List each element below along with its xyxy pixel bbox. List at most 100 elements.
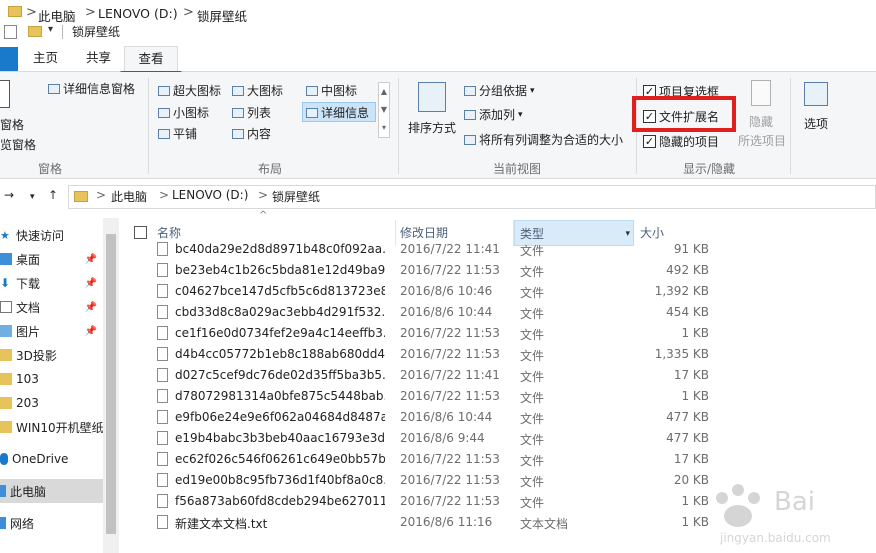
hide-selected-button[interactable]: 隐藏 所选项目 [738,80,786,152]
file-row[interactable]: ec62f026c546f06261c649e0bb57b... 2016/7/2… [119,449,876,470]
file-name: d027c5cef9dc76de02d35ff5ba3b5... [175,368,385,382]
nav-downloads[interactable]: ⬇ 下载 📌 [0,271,103,295]
nav-folder-3d[interactable]: 3D投影 [0,343,103,367]
file-type: 文件 [520,307,545,321]
hide-label: 隐藏 [748,115,773,129]
file-row[interactable]: d78072981314a0bfe875c5448bab... 2016/7/22… [119,386,876,407]
hidden-items-toggle[interactable]: ✓ 隐藏的项目 [643,133,719,150]
documents-icon [0,301,12,313]
network-icon [0,517,6,529]
layout-label: 大图标 [247,84,284,98]
tab-home[interactable]: 主页 [33,49,58,71]
file-type: 文件 [520,496,545,510]
properties-icon[interactable] [4,25,17,39]
layout-tiles[interactable]: 平铺 [158,125,197,142]
nav-scrollbar[interactable] [103,218,119,553]
layout-extra-large-icons[interactable]: 超大图标 [158,82,221,99]
nav-quick-access[interactable]: ★ 快速访问 [0,223,103,247]
recent-locations-icon[interactable]: ▾ [30,192,35,202]
nav-folder-203[interactable]: 203 [0,391,103,415]
nav-desktop[interactable]: 桌面 📌 [0,247,103,271]
file-row[interactable]: ce1f16e0d0734fef2e9a4c14eeffb3... 2016/7/… [119,323,876,344]
file-type: 文件 [520,370,545,384]
layout-list[interactable]: 列表 [232,104,271,121]
star-icon: ★ [0,229,10,242]
address-crumb-this-pc[interactable]: 此电脑 [111,188,147,205]
layout-medium-icons[interactable]: 中图标 [306,82,357,99]
nav-label: 快速访问 [16,228,65,243]
nav-label: WIN10开机壁纸 [16,420,103,435]
pin-icon[interactable]: 📌 [85,254,97,265]
tab-file[interactable] [0,47,18,71]
add-column-label: 添加列 [479,108,516,122]
fit-columns-button[interactable]: 将所有列调整为合适的大小 [464,131,623,148]
nav-this-pc[interactable]: 此电脑 [0,479,103,503]
file-type: 文件 [520,328,545,342]
pin-icon[interactable]: 📌 [85,278,97,289]
group-by-button[interactable]: 分组依据 ▾ [464,82,535,99]
select-all-checkbox[interactable] [134,226,147,239]
pin-icon[interactable]: 📌 [85,302,97,313]
pane-button[interactable]: 窗格 [0,116,24,133]
cloud-icon [0,453,8,465]
folder-icon [0,421,12,433]
layout-content[interactable]: 内容 [232,125,271,142]
customize-toolbar-icon[interactable]: ▾ [48,24,53,35]
file-date: 2016/8/6 11:16 [400,515,493,529]
nav-documents[interactable]: 文档 📌 [0,295,103,319]
address-crumb-drive[interactable]: LENOVO (D:) [172,188,248,202]
window-title: 锁屏壁纸 [72,25,121,39]
file-row[interactable]: d027c5cef9dc76de02d35ff5ba3b5... 2016/7/2… [119,365,876,386]
layout-scroll-buttons[interactable]: ▲ ▼ ▾ [378,82,390,138]
up-arrow-icon[interactable]: ↑ [48,188,58,202]
details-pane-button[interactable]: 详细信息窗格 [48,80,135,97]
file-date: 2016/7/22 11:41 [400,242,500,256]
forward-arrow-icon[interactable]: → [4,188,14,202]
options-button[interactable]: 选项 [796,82,836,142]
content-icon [232,128,244,139]
file-name: cbd33d8c8a029ac3ebb4d291f532... [175,305,385,319]
nav-scrollbar-thumb[interactable] [106,234,116,534]
dropdown-arrow-icon: ▾ [530,85,535,96]
new-folder-icon[interactable] [28,26,42,37]
address-crumb-folder[interactable]: 锁屏壁纸 [272,188,320,205]
pin-icon[interactable]: 📌 [85,326,97,337]
file-size: 17 KB [673,452,709,466]
file-row[interactable]: d4b4cc05772b1eb8c188ab680dd4... 2016/7/22… [119,344,876,365]
file-name: c04627bce147d5cfb5c6d813723e8... [175,284,385,298]
file-row[interactable]: c04627bce147d5cfb5c6d813723e8... 2016/8/6… [119,281,876,302]
group-label-layout: 布局 [257,162,282,176]
address-separator: > [258,188,269,202]
details-icon [306,107,318,118]
file-row[interactable]: e9fb06e24e9e6f062a04684d8487a... 2016/8/6… [119,407,876,428]
nav-pictures[interactable]: 图片 📌 [0,319,103,343]
sort-by-button[interactable]: 排序方式 [406,80,458,144]
preview-pane-button[interactable]: 览窗格 [0,136,36,153]
layout-large-icons[interactable]: 大图标 [232,82,283,99]
file-row[interactable]: bc40da29e2d8d8971b48c0f092aa... 2016/7/22… [119,239,876,260]
add-column-button[interactable]: 添加列 ▾ [464,106,523,123]
file-row[interactable]: e19b4babc3b3beb40aac16793e3d... 2016/8/6 … [119,428,876,449]
folder-icon [8,6,22,17]
file-size: 17 KB [673,368,709,382]
file-name: bc40da29e2d8d8971b48c0f092aa... [175,242,385,256]
layout-details[interactable]: 详细信息 [306,104,369,121]
title-separator: > [26,5,37,20]
address-separator: > [159,188,170,202]
nav-folder-103[interactable]: 103 [0,367,103,391]
file-row[interactable]: cbd33d8c8a029ac3ebb4d291f532... 2016/8/6 … [119,302,876,323]
file-row[interactable]: be23eb4c1b26c5bda81e12d49ba9... 2016/7/22… [119,260,876,281]
navigation-pane-icon[interactable] [0,80,10,108]
file-type: 文件 [520,286,545,300]
tab-share[interactable]: 共享 [86,49,111,71]
nav-onedrive[interactable]: OneDrive [0,447,103,471]
file-date: 2016/8/6 10:44 [400,410,493,424]
file-date: 2016/7/22 11:53 [400,389,500,403]
nav-folder-win10[interactable]: WIN10开机壁纸 [0,415,103,439]
file-size: 20 KB [673,473,709,487]
nav-network[interactable]: 网络 [0,511,103,535]
layout-small-icons[interactable]: 小图标 [158,104,209,121]
file-type: 文本文档 [520,517,569,531]
file-size: 1,335 KB [654,347,709,361]
small-icons-icon [158,107,170,118]
